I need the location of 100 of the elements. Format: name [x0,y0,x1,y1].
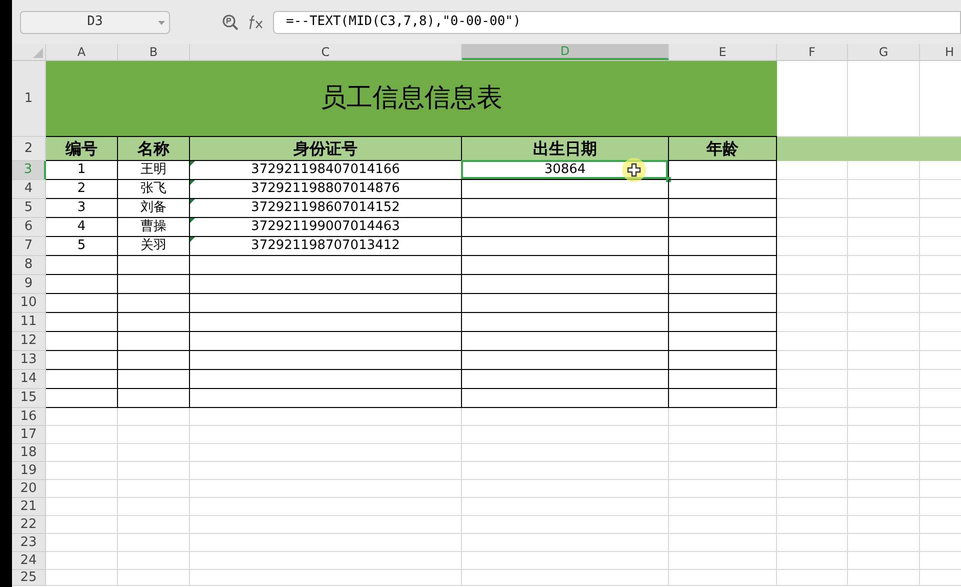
table-cell: 5 [46,237,118,256]
table-cell [46,389,118,408]
row-header[interactable]: 13 [12,351,46,370]
table-cell [848,389,920,408]
table-cell [118,408,190,426]
table-cell [46,570,118,586]
column-heading: 出生日期 [462,137,669,161]
table-cell: 王明 [118,161,190,180]
row-header[interactable]: 22 [12,516,46,534]
table-cell [848,351,920,370]
row-header[interactable]: 6 [12,218,46,237]
table-cell [777,199,848,218]
table-cell [777,180,848,199]
table-cell: 关羽 [118,237,190,256]
cell-text: 372921198707013412 [251,237,400,256]
table-cell [848,218,920,237]
column-header[interactable]: B [118,44,190,60]
table-cell [46,462,118,480]
table-cell [848,199,920,218]
row-header[interactable]: 11 [12,313,46,332]
row-header[interactable]: 5 [12,199,46,218]
table-cell [46,370,118,389]
column-header[interactable]: A [46,44,118,60]
row-header[interactable]: 8 [12,256,46,275]
row-header[interactable]: 24 [12,552,46,570]
table-cell [848,332,920,351]
table-cell [46,332,118,351]
row-header[interactable]: 4 [12,180,46,199]
row-header[interactable]: 18 [12,444,46,462]
table-cell [848,370,920,389]
error-indicator-icon[interactable] [190,218,195,223]
table-cell [46,408,118,426]
table-cell [848,480,920,498]
column-header[interactable]: G [848,44,920,60]
cell-text: 372921199007014463 [251,218,400,236]
table-cell [777,275,848,294]
table-cell [46,444,118,462]
table-cell [46,256,118,275]
table-cell [118,294,190,313]
row-header[interactable]: 9 [12,275,46,294]
row-header[interactable]: 1 [12,61,46,137]
table-cell [777,237,848,256]
table-cell [777,534,848,552]
dropdown-caret-icon [158,20,165,24]
function-icon[interactable] [247,14,265,30]
row-header[interactable]: 12 [12,332,46,351]
cell-text: 30864 [544,161,586,180]
row-header[interactable]: 19 [12,462,46,480]
table-cell [777,552,848,570]
formula-field[interactable]: =--TEXT(MID(C3,7,8),"0-00-00") [273,10,961,34]
row-header[interactable]: 7 [12,237,46,256]
table-cell [848,516,920,534]
fill-handle[interactable] [666,177,671,182]
error-indicator-icon[interactable] [190,180,195,185]
table-cell [777,313,848,332]
row-header[interactable]: 14 [12,370,46,389]
table-cell: 4 [46,218,118,237]
row-header[interactable]: 20 [12,480,46,498]
table-cell [118,426,190,444]
table-cell [777,218,848,237]
table-cell [848,498,920,516]
row-header[interactable]: 15 [12,389,46,408]
table-cell [777,294,848,313]
table-cell [118,570,190,586]
table-cell [848,180,920,199]
row-header[interactable]: 21 [12,498,46,516]
table-cell: 曹操 [118,218,190,237]
column-header[interactable]: H [920,44,961,60]
error-indicator-icon[interactable] [190,237,195,242]
row-header[interactable]: 16 [12,408,46,426]
table-cell [777,444,848,462]
column-heading: 年龄 [669,137,777,161]
cell-text: 372921198807014876 [251,180,400,198]
table-cell [848,462,920,480]
column-header[interactable]: F [777,44,848,60]
table-cell [118,275,190,294]
table-cell: 1 [46,161,118,180]
table-cell [777,462,848,480]
row-header[interactable]: 10 [12,294,46,313]
table-cell [118,370,190,389]
table-cell [46,426,118,444]
name-box[interactable]: D3 [20,10,170,34]
row-header[interactable]: 25 [12,570,46,586]
table-cell [46,480,118,498]
column-header[interactable]: E [669,44,777,60]
row-header[interactable]: 23 [12,534,46,552]
table-cell: 3 [46,199,118,218]
error-indicator-icon[interactable] [190,199,195,204]
table-cell [848,313,920,332]
zoom-icon[interactable] [222,14,239,30]
row-header[interactable]: 17 [12,426,46,444]
table-cell [118,534,190,552]
table-cell [848,570,920,586]
table-cell: 刘备 [118,199,190,218]
row-header[interactable]: 2 [12,137,46,161]
column-heading: 身份证号 [190,137,462,161]
table-cell [777,332,848,351]
table-cell [118,516,190,534]
table-cell [777,498,848,516]
table-cell [118,351,190,370]
